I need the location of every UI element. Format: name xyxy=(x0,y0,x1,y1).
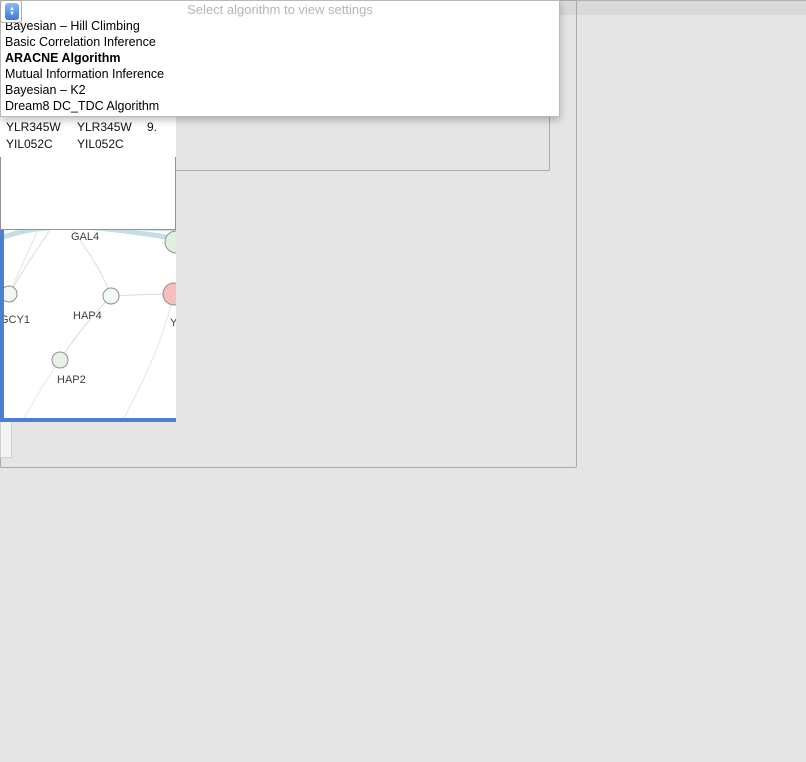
table-cell: YIL052C xyxy=(0,136,71,153)
node-label: GAL4 xyxy=(71,231,99,243)
table-cell: YLR345W xyxy=(71,119,141,136)
table-cell: 9. xyxy=(141,119,176,136)
node-label: HAP2 xyxy=(57,374,86,386)
combo-stepper-icon: ▲▼ xyxy=(5,3,19,20)
network-node[interactable] xyxy=(163,283,176,305)
node-label: GCY1 xyxy=(4,314,30,326)
table-row[interactable]: YIL052CYIL052C xyxy=(0,136,176,153)
algorithm-option[interactable]: Dream8 DC_TDC Algorithm xyxy=(1,98,559,114)
algorithm-option[interactable]: Bayesian – Hill Climbing xyxy=(1,18,559,34)
network-edge[interactable] xyxy=(60,296,111,360)
algorithm-popup-prompt: Select algorithm to view settings xyxy=(1,1,559,18)
algorithm-option[interactable]: Basic Correlation Inference xyxy=(1,34,559,50)
node-label: HAP4 xyxy=(73,310,102,322)
network-node[interactable] xyxy=(4,286,17,302)
algorithm-option[interactable]: ARACNE Algorithm xyxy=(1,50,559,66)
node-label: Y xyxy=(170,317,176,329)
table-cell: YIL052C xyxy=(71,136,141,153)
network-node[interactable] xyxy=(103,288,119,304)
algorithm-option[interactable]: Mutual Information Inference xyxy=(1,66,559,82)
network-edge[interactable] xyxy=(124,294,174,418)
algorithm-select-stepper[interactable]: ▲▼ xyxy=(0,0,22,23)
network-node[interactable] xyxy=(52,352,68,368)
screen: Control Panel ✕ NetworkStyleSelectCyni T… xyxy=(0,0,806,762)
algorithm-popup: Select algorithm to view settings Bayesi… xyxy=(0,0,560,117)
network-node[interactable] xyxy=(165,231,176,253)
algorithm-option[interactable]: Bayesian – K2 xyxy=(1,82,559,98)
algorithm-popup-items: Bayesian – Hill ClimbingBasic Correlatio… xyxy=(1,18,559,114)
network-edge[interactable] xyxy=(24,360,60,418)
table-cell xyxy=(141,136,176,153)
table-cell: YLR345W xyxy=(0,119,71,136)
table-row[interactable]: YLR345WYLR345W9. xyxy=(0,119,176,136)
